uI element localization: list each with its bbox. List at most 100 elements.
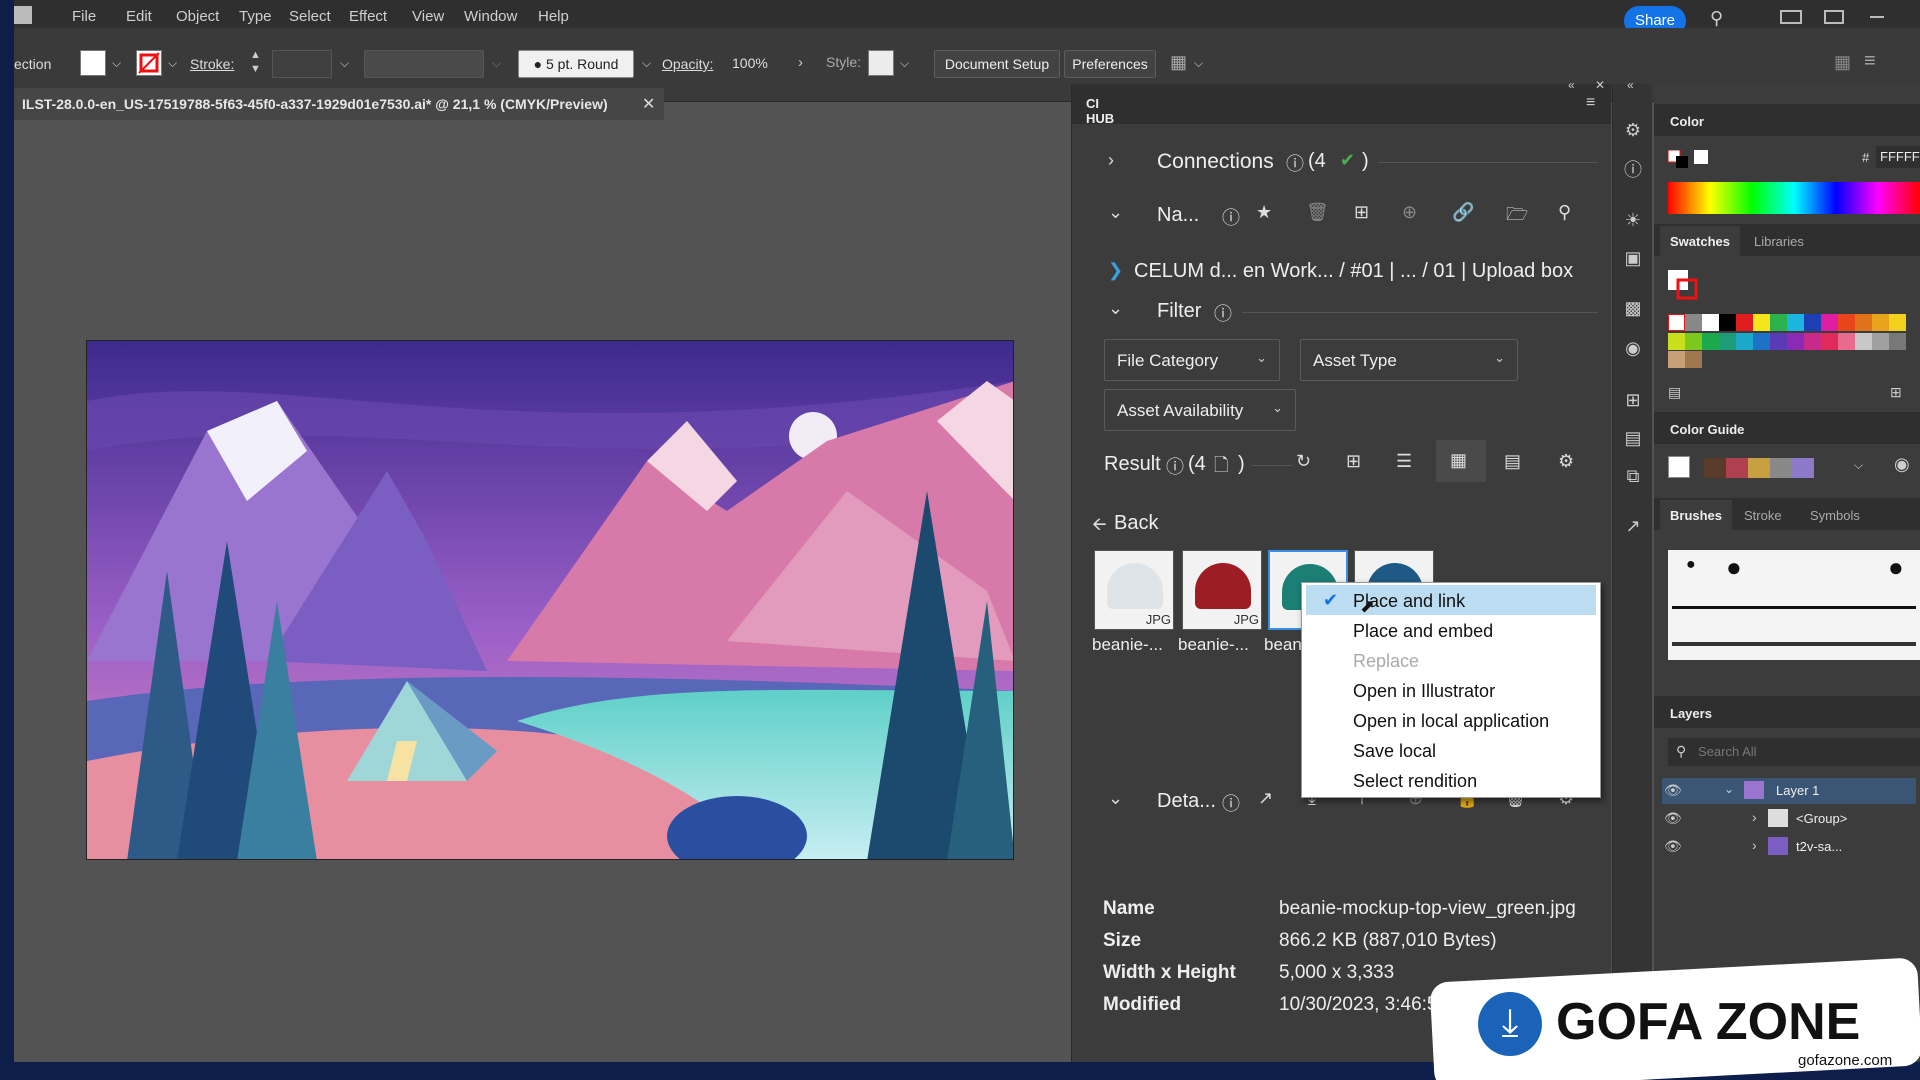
swatch-libraries-icon[interactable]: ▤ xyxy=(1668,384,1681,401)
harmony-colors[interactable] xyxy=(1704,458,1814,478)
menu-help[interactable]: Help xyxy=(538,8,569,25)
menu-type[interactable]: Type xyxy=(239,8,272,25)
minimize-icon[interactable] xyxy=(1870,16,1884,18)
app-home-icon[interactable] xyxy=(14,6,32,24)
layer-row[interactable]: 👁 › <Group> xyxy=(1662,806,1916,832)
menu-file[interactable]: File xyxy=(72,8,96,25)
document-setup-button[interactable]: Document Setup xyxy=(934,50,1060,78)
align-icon[interactable]: ▦ xyxy=(1834,52,1851,73)
menu-item-select-rendition[interactable]: Select rendition xyxy=(1306,765,1596,795)
eye-icon[interactable]: 👁 xyxy=(1664,782,1682,799)
asset-thumbnail[interactable]: JPG xyxy=(1182,550,1262,630)
zoom-icon[interactable]: ⊕ xyxy=(1402,202,1417,223)
collapse-icon[interactable]: « xyxy=(1627,78,1634,92)
workspace-icon[interactable] xyxy=(1780,10,1802,24)
back-link[interactable]: Back xyxy=(1114,512,1158,535)
chevron-down-icon[interactable]: ⌵ xyxy=(900,56,909,71)
chevron-right-icon[interactable]: › xyxy=(798,54,803,71)
menu-window[interactable]: Window xyxy=(464,8,517,25)
menu-item-open-in-local-application[interactable]: Open in local application xyxy=(1306,705,1596,735)
menu-edit[interactable]: Edit xyxy=(126,8,152,25)
tab-symbols[interactable]: Symbols xyxy=(1800,500,1870,530)
layer-row[interactable]: 👁 ⌄ Layer 1 xyxy=(1662,778,1916,804)
chevron-down-icon[interactable]: ⌄ xyxy=(1108,202,1123,223)
tab-stroke[interactable]: Stroke xyxy=(1734,500,1792,530)
stroke-swatch[interactable] xyxy=(136,50,162,76)
chevron-right-icon[interactable]: › xyxy=(1752,809,1757,825)
fill-swatch[interactable] xyxy=(80,50,106,76)
eye-icon[interactable]: 👁 xyxy=(1664,838,1682,855)
new-swatch-icon[interactable]: ⊞ xyxy=(1890,384,1902,401)
panel-menu-icon[interactable]: ≡ xyxy=(1586,94,1595,112)
brightness-icon[interactable]: ☀ xyxy=(1621,210,1645,234)
swatch-grid[interactable] xyxy=(1668,314,1918,370)
color-wheel-icon[interactable]: ◉ xyxy=(1894,454,1910,475)
tab-brushes[interactable]: Brushes xyxy=(1660,500,1733,530)
folder-icon[interactable]: 🗁 xyxy=(1506,202,1528,232)
eye-icon[interactable]: 👁 xyxy=(1664,810,1682,827)
tab-libraries[interactable]: Libraries xyxy=(1744,226,1814,256)
pathfinder-icon[interactable]: ⧉ xyxy=(1621,466,1645,490)
align-icon[interactable]: ▤ xyxy=(1621,428,1645,452)
info-icon[interactable]: ⓘ xyxy=(1222,204,1240,230)
collapse-panel-icon[interactable]: « xyxy=(1568,78,1575,92)
search-icon[interactable]: ⚲ xyxy=(1558,202,1571,223)
document-tab[interactable]: ILST-28.0.0-en_US-17519788-5f63-45f0-a33… xyxy=(14,88,664,120)
variable-width-field[interactable] xyxy=(364,50,484,78)
tab-color[interactable]: Color xyxy=(1660,106,1714,136)
opacity-field[interactable]: 100% xyxy=(724,50,790,78)
add-icon[interactable]: ⊞ xyxy=(1346,451,1361,472)
star-icon[interactable]: ★ xyxy=(1256,202,1272,223)
file-category-dropdown[interactable]: File Category ⌄ xyxy=(1104,339,1280,381)
style-swatch[interactable] xyxy=(868,50,894,76)
menu-item-place-and-embed[interactable]: Place and embed xyxy=(1306,615,1596,645)
menu-item-open-in-illustrator[interactable]: Open in Illustrator xyxy=(1306,675,1596,705)
trash-icon[interactable]: 🗑 xyxy=(1306,202,1329,223)
chevron-down-icon[interactable]: ⌵ xyxy=(112,56,121,71)
preferences-button[interactable]: Preferences xyxy=(1064,50,1156,78)
tab-color-guide[interactable]: Color Guide xyxy=(1660,414,1754,444)
stroke-stepper[interactable]: ▲ ▼ xyxy=(250,48,261,76)
menu-effect[interactable]: Effect xyxy=(349,8,387,25)
chevron-down-icon[interactable]: ⌵ xyxy=(1854,458,1863,473)
brush-definition-button[interactable]: ● 5 pt. Round xyxy=(518,50,634,78)
transparency-icon[interactable]: ◉ xyxy=(1621,338,1645,362)
refresh-icon[interactable]: ↻ xyxy=(1296,451,1311,472)
arrange-documents-icon[interactable]: ▦ xyxy=(1170,52,1187,73)
chevron-down-icon[interactable]: ⌄ xyxy=(1108,298,1123,319)
fill-stroke-icon[interactable] xyxy=(1667,149,1688,168)
back-arrow-icon[interactable]: 🡨 xyxy=(1092,512,1107,542)
chevron-down-icon[interactable]: ⌵ xyxy=(168,56,177,71)
open-external-icon[interactable]: ↗ xyxy=(1258,788,1273,809)
transform-icon[interactable]: ▣ xyxy=(1621,248,1645,272)
menu-object[interactable]: Object xyxy=(176,8,219,25)
artboard[interactable] xyxy=(86,340,1014,860)
search-icon[interactable]: ⚲ xyxy=(1710,8,1723,29)
menu-view[interactable]: View xyxy=(412,8,444,25)
info-icon[interactable]: ⓘ xyxy=(1214,300,1232,326)
settings-icon[interactable]: ⚙ xyxy=(1558,451,1574,472)
stroke-weight-field[interactable] xyxy=(272,50,332,78)
asset-type-dropdown[interactable]: Asset Type ⌄ xyxy=(1300,339,1518,381)
grid-view-toggle[interactable]: ▦ xyxy=(1436,440,1486,482)
chevron-down-icon[interactable]: ⌵ xyxy=(1194,56,1203,71)
add-icon[interactable]: ⊞ xyxy=(1354,202,1369,223)
menu-select[interactable]: Select xyxy=(289,8,331,25)
layer-row[interactable]: 👁 › t2v-sa... xyxy=(1662,834,1916,860)
brush-preview[interactable]: ● ● ● xyxy=(1668,550,1920,660)
asset-availability-dropdown[interactable]: Asset Availability ⌄ xyxy=(1104,389,1296,431)
white-swatch[interactable] xyxy=(1694,150,1708,164)
chevron-right-icon[interactable]: › xyxy=(1108,150,1114,171)
color-spectrum[interactable] xyxy=(1668,182,1920,214)
tab-cihub[interactable]: CI HUB xyxy=(1072,84,1142,126)
tab-swatches[interactable]: Swatches xyxy=(1660,226,1740,256)
chevron-down-icon[interactable]: ⌄ xyxy=(1724,782,1734,796)
export-icon[interactable]: ↗ xyxy=(1621,516,1645,540)
menu-item-save-local[interactable]: Save local xyxy=(1306,735,1596,765)
chevron-down-icon[interactable]: ⌵ xyxy=(340,56,349,71)
chevron-down-icon[interactable]: ⌄ xyxy=(1108,788,1123,809)
artboards-icon[interactable]: ⊞ xyxy=(1621,390,1645,414)
layers-search-field[interactable]: ⚲ Search All xyxy=(1668,738,1920,766)
asset-thumbnail[interactable]: JPG xyxy=(1094,550,1174,630)
info-icon[interactable]: ⓘ xyxy=(1621,156,1645,180)
